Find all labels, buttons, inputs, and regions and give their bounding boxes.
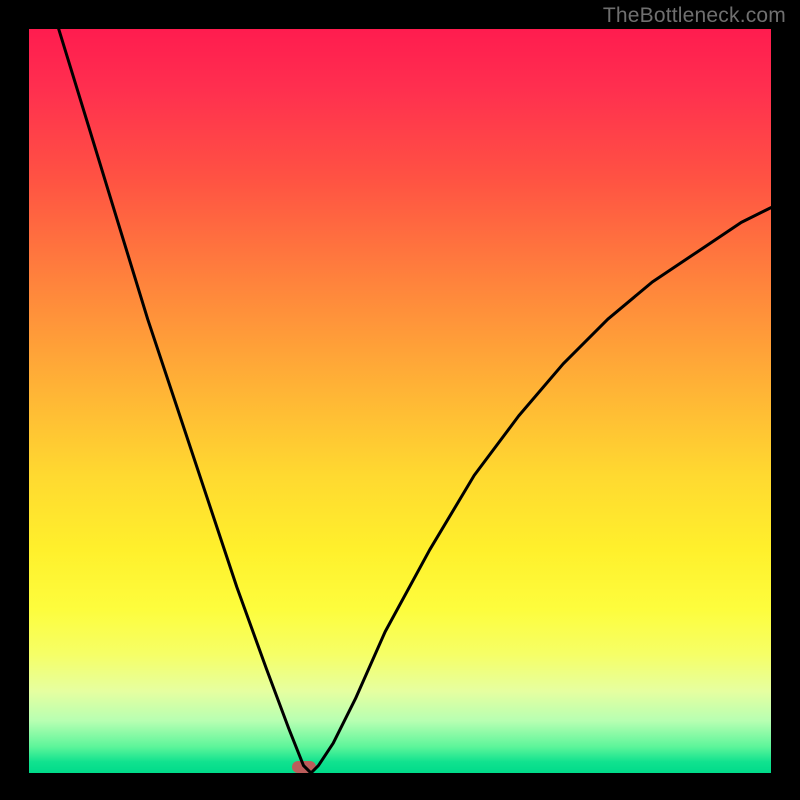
optimal-marker [292,761,316,773]
chart-stage: TheBottleneck.com [0,0,800,800]
chart-background-gradient [29,29,771,773]
watermark-text: TheBottleneck.com [603,4,786,28]
